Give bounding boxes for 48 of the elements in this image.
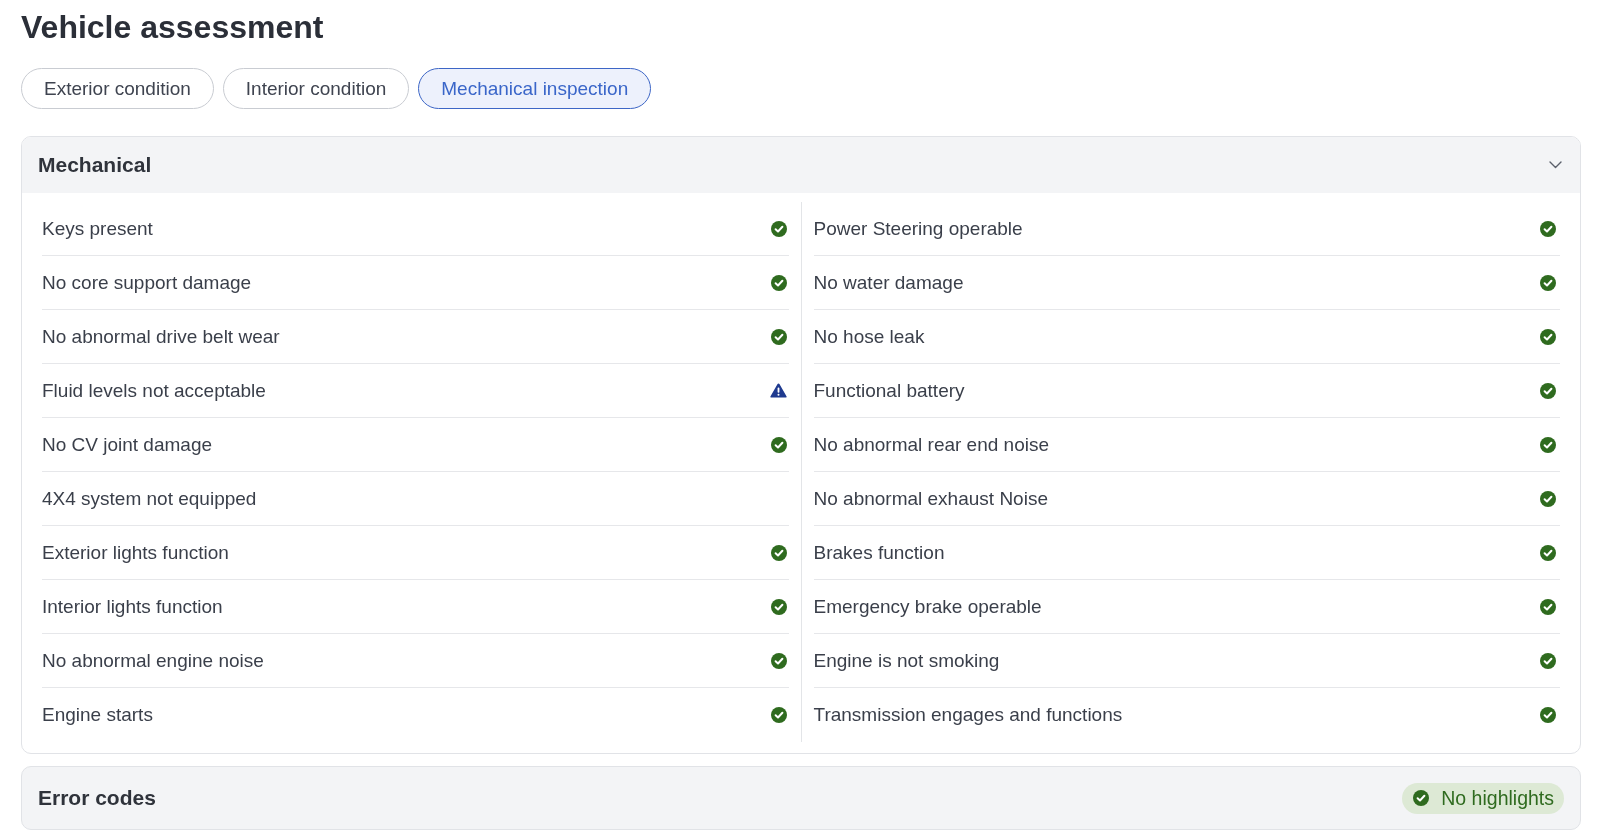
section-title: Error codes [38,786,156,810]
check-circle-icon [1540,436,1556,453]
check-circle-icon [770,220,787,237]
checklist-item: Interior lights function [42,595,223,618]
checklist-item: Engine is not smoking [813,649,1000,672]
check-circle-icon [1540,490,1556,507]
checklist-item: 4X4 system not equipped [42,487,257,510]
checklist-item: No abnormal exhaust Noise [813,487,1048,510]
check-circle-icon [1540,544,1556,561]
check-circle-icon [1540,382,1556,399]
checklist-item: No water damage [813,271,964,294]
check-circle-icon [770,652,787,669]
check-circle-icon [1540,706,1556,723]
checklist-item: Emergency brake operable [813,595,1042,618]
check-circle-icon [1540,598,1556,615]
checklist-item: Power Steering operable [813,217,1023,240]
check-circle-icon [770,598,787,615]
checklist-item: Keys present [42,217,153,240]
badge-label: No highlights [1441,786,1554,810]
checklist-item: No abnormal rear end noise [813,433,1050,456]
tab[interactable]: Interior condition [222,68,410,109]
checklist-item: No core support damage [42,271,252,294]
checklist-item: Fluid levels not acceptable [42,379,266,402]
checklist-item: No abnormal drive belt wear [42,325,280,348]
check-circle-icon [770,706,787,723]
chevron-down-icon[interactable] [1549,161,1562,169]
check-circle-icon [1540,220,1556,237]
check-circle-icon [770,274,787,291]
checklist-item: No abnormal engine noise [42,649,264,672]
checklist-item: Engine starts [42,703,153,726]
check-circle-icon [1540,328,1556,345]
checklist-item: Exterior lights function [42,541,229,564]
tab[interactable]: Exterior condition [21,68,214,109]
checklist-item: Functional battery [813,379,965,402]
check-circle-icon [1540,274,1556,291]
checklist-item: Transmission engages and functions [813,703,1123,726]
check-circle-icon [770,436,787,453]
section-title: Mechanical [38,153,152,177]
check-circle-icon [770,544,787,561]
check-circle-icon [1540,652,1556,669]
page-title: Vehicle assessment [21,8,324,46]
checklist-item: No CV joint damage [42,433,213,456]
check-circle-icon [1413,790,1430,806]
checklist-item: No hose leak [813,325,925,348]
warning-triangle-icon [769,383,787,398]
checklist-item: Brakes function [813,541,945,564]
check-circle-icon [770,328,787,345]
tab[interactable]: Mechanical inspection [418,68,652,109]
